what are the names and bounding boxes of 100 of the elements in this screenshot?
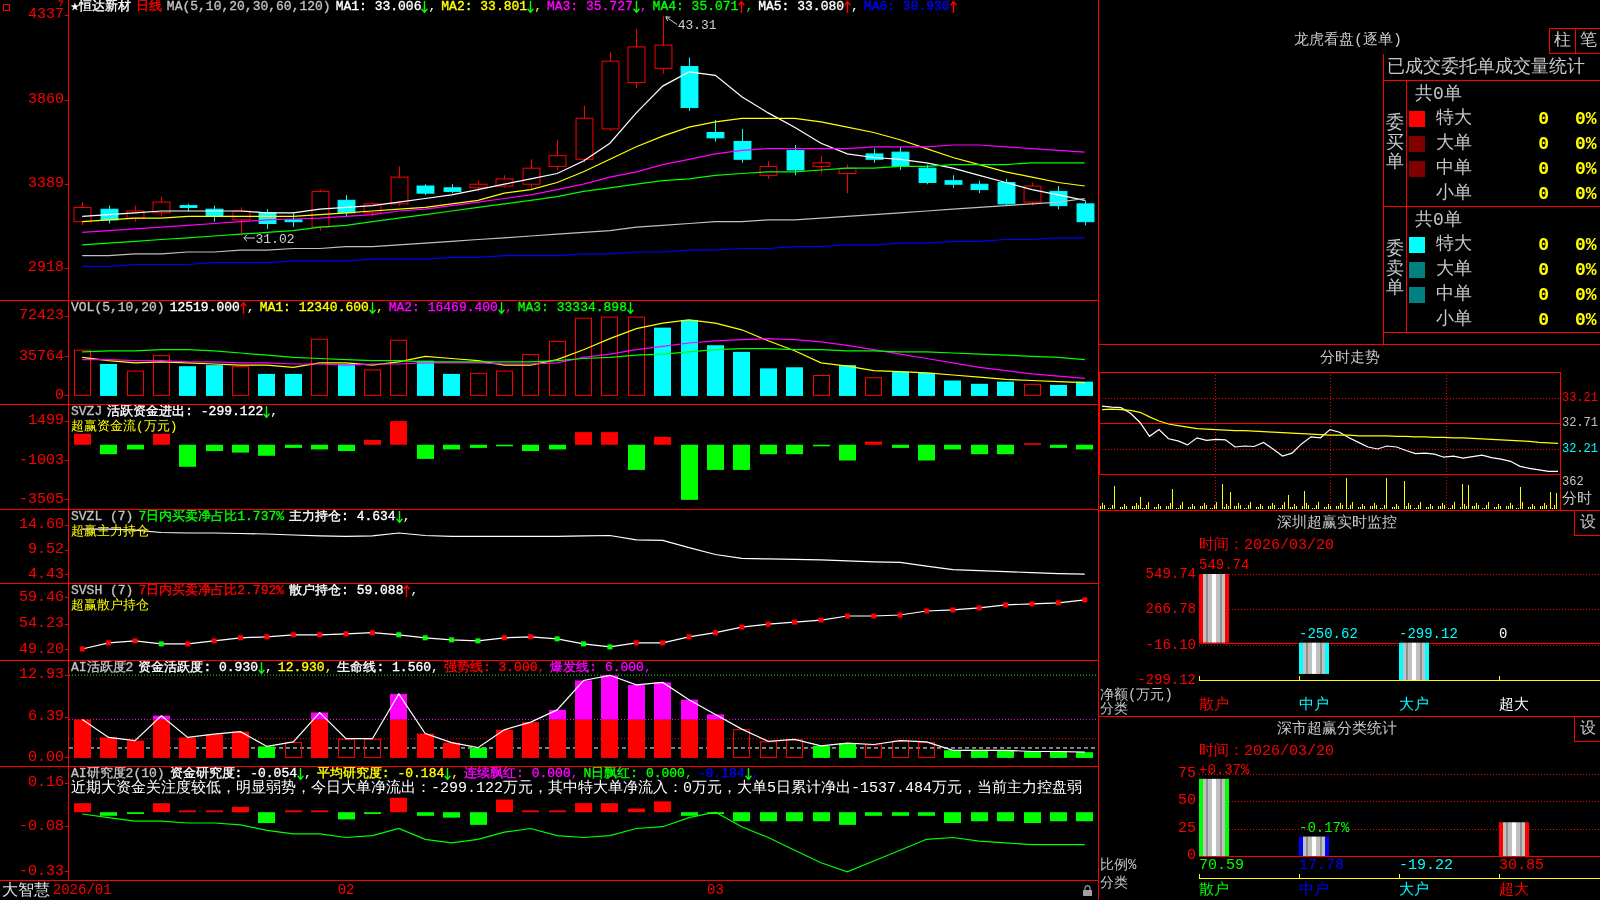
data-point [739, 624, 745, 630]
data-point [844, 613, 850, 619]
candlestick [522, 158, 541, 189]
view-toggle-button[interactable]: 柱 [1550, 29, 1575, 53]
order-size-label: 大单 [1436, 132, 1472, 153]
chart-bar [390, 797, 407, 813]
separator-text: , [570, 767, 579, 780]
axis-tick-label: 549.74 [1145, 566, 1196, 582]
data-point [607, 644, 613, 650]
candlestick [627, 28, 646, 89]
order-size-label: 特大 [1436, 233, 1472, 254]
separator-text: , [751, 767, 760, 780]
chart-bar [549, 810, 566, 813]
chart-bar [549, 444, 566, 450]
legend-text: 日线 [135, 0, 162, 13]
chart-bar [601, 675, 618, 720]
legend-text: SVZJ [71, 405, 103, 418]
candlestick [363, 201, 382, 217]
chart-bar [628, 444, 645, 470]
order-count: 0 [1538, 233, 1549, 256]
legend-note: 超赢散户持仓 [71, 599, 149, 613]
chart-bar [496, 444, 513, 447]
data-point [950, 607, 956, 613]
chart-bar [1076, 812, 1093, 822]
bar-note: -0.17% [1299, 820, 1350, 836]
order-share: 0% [1575, 132, 1597, 155]
chart-bar [944, 812, 961, 824]
data-point [924, 608, 929, 614]
legend-text: 12519.000 [169, 301, 240, 314]
chart-bar [892, 812, 909, 816]
chart-bar [364, 440, 381, 445]
order-count: 0 [1538, 283, 1549, 306]
axis-tick-label: 6.39 [28, 710, 68, 724]
lock-icon [1083, 885, 1092, 896]
chart-bar [470, 812, 487, 825]
settings-button[interactable]: 设 [1574, 717, 1600, 742]
axis-tick-label: -3505 [19, 492, 68, 507]
chart-bar [813, 812, 830, 822]
candlestick [1049, 185, 1068, 210]
chart-bar [179, 444, 196, 467]
chart-bar [1076, 444, 1093, 450]
data-point [1082, 597, 1088, 603]
order-share: 0% [1575, 157, 1597, 180]
chart-bar [918, 812, 935, 816]
candlestick [812, 155, 831, 175]
value-label: 0 [1499, 626, 1508, 642]
candlestick [258, 208, 277, 230]
separator-text: , [851, 0, 859, 13]
data-point [290, 632, 296, 638]
chart-bar [153, 803, 170, 813]
pointer-arrow-icon [242, 233, 255, 242]
separator-text: , [431, 661, 439, 674]
data-point [686, 634, 692, 640]
chart-bar [443, 812, 460, 818]
chart-bar [944, 444, 961, 450]
panel-title: 分时走势 [1319, 349, 1380, 368]
separator-text: , [265, 661, 273, 674]
view-toggle-button[interactable]: 笔 [1575, 29, 1600, 53]
axis-title: 分时 [1562, 491, 1592, 508]
chart-bar [522, 444, 539, 452]
value-label: -19.22 [1399, 858, 1453, 874]
separator-text: , [534, 0, 542, 13]
order-size-label: 中单 [1436, 157, 1472, 178]
separator-text: , [639, 0, 648, 13]
candlestick [152, 196, 171, 217]
data-point [132, 638, 138, 644]
candlestick [997, 178, 1016, 207]
chart-bar [232, 444, 249, 453]
order-count: 0 [1538, 157, 1549, 180]
chart-bar [206, 444, 223, 452]
group-label: 委卖单 [1386, 239, 1404, 300]
chart-bar [206, 810, 223, 813]
axis-tick-label: 25 [1178, 820, 1196, 837]
chart-bar [971, 444, 988, 455]
legend-text: N日飘红: 0.000 [583, 767, 685, 780]
category-label: 超大 [1499, 882, 1529, 899]
separator-text: , [324, 661, 333, 674]
settings-button[interactable]: 设 [1574, 511, 1600, 536]
value-label: 30.85 [1499, 858, 1544, 874]
data-point [528, 634, 534, 640]
axis-tick-label: 0 [55, 388, 68, 403]
data-point [712, 630, 718, 636]
chart-bar [839, 444, 856, 461]
order-size-label: 小单 [1436, 182, 1472, 203]
data-point [106, 640, 112, 646]
candlestick [390, 165, 409, 207]
candlestick [284, 212, 303, 228]
axis-tick-label: 54.23 [19, 617, 68, 632]
chart-bar [390, 421, 407, 445]
candlestick [865, 148, 884, 164]
legend-text: 爆发线: 6.000 [550, 661, 644, 674]
data-point [897, 612, 903, 618]
chart-bar [522, 810, 539, 813]
chart-bar [100, 444, 117, 455]
axis-tick-label: -0.08 [19, 819, 68, 834]
chart-bar [654, 436, 671, 445]
chart-bar [311, 810, 328, 813]
category-label: 大户 [1399, 697, 1429, 714]
separator-text: , [684, 767, 693, 780]
chart-bar [1024, 812, 1041, 824]
